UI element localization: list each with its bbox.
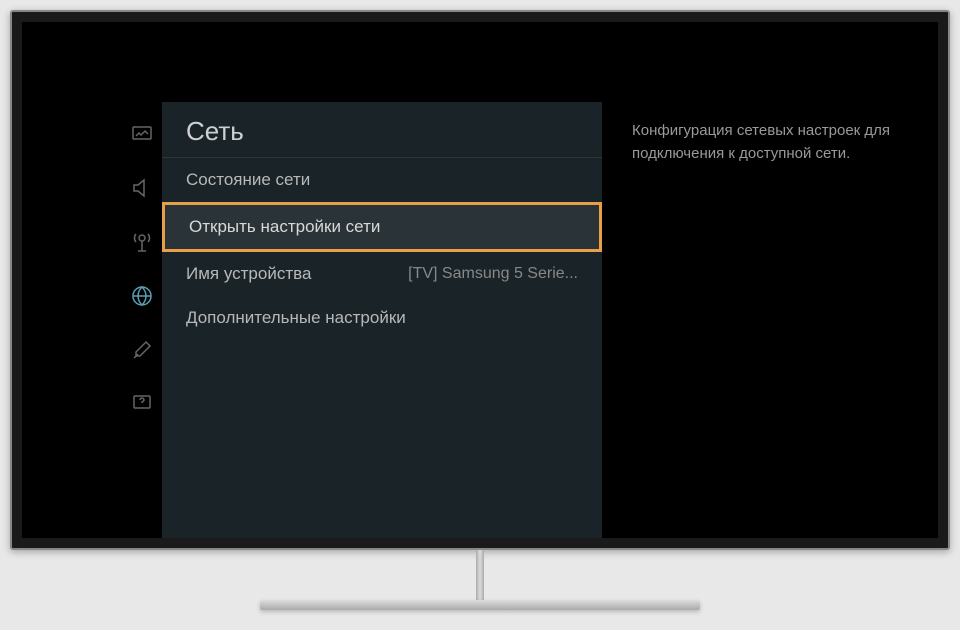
menu-container: Сеть Состояние сети Открыть настройки се…	[22, 102, 938, 538]
help-text: Конфигурация сетевых настроек для подклю…	[632, 120, 908, 165]
menu-item-label: Состояние сети	[186, 170, 310, 190]
broadcast-icon[interactable]	[130, 230, 154, 254]
general-icon[interactable]	[130, 338, 154, 362]
menu-item-device-name[interactable]: Имя устройства [TV] Samsung 5 Serie...	[162, 252, 602, 296]
picture-icon[interactable]	[130, 122, 154, 146]
support-icon[interactable]	[130, 392, 154, 416]
menu-title: Сеть	[162, 102, 602, 158]
tv-screen: Сеть Состояние сети Открыть настройки се…	[22, 22, 938, 538]
tv-stand-base	[260, 600, 700, 610]
network-icon[interactable]	[130, 284, 154, 308]
tv-stand-neck	[476, 550, 484, 600]
menu-item-label: Имя устройства	[186, 264, 311, 284]
menu-item-open-network-settings[interactable]: Открыть настройки сети	[162, 202, 602, 252]
sound-icon[interactable]	[130, 176, 154, 200]
settings-sidebar	[22, 102, 162, 538]
tv-frame: Сеть Состояние сети Открыть настройки се…	[10, 10, 950, 550]
main-menu: Сеть Состояние сети Открыть настройки се…	[162, 102, 602, 538]
menu-item-expert-settings[interactable]: Дополнительные настройки	[162, 296, 602, 340]
help-panel: Конфигурация сетевых настроек для подклю…	[602, 102, 938, 538]
menu-item-network-status[interactable]: Состояние сети	[162, 158, 602, 202]
menu-item-label: Дополнительные настройки	[186, 308, 406, 328]
menu-item-label: Открыть настройки сети	[189, 217, 380, 237]
menu-item-value: [TV] Samsung 5 Serie...	[408, 265, 578, 283]
